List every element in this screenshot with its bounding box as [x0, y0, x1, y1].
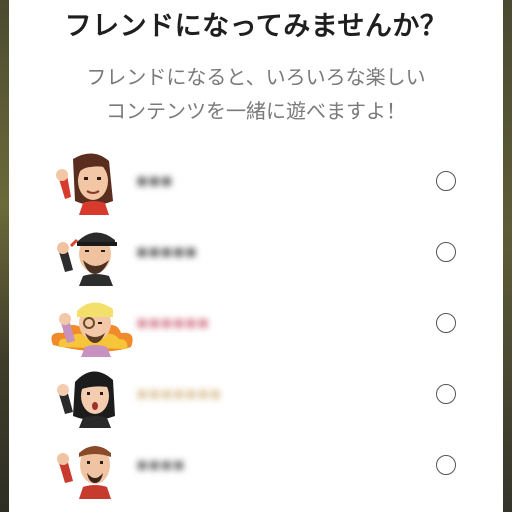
friend-select-radio[interactable] — [436, 171, 456, 191]
subtitle-line-1: フレンドになると、いろいろな楽しい — [86, 65, 426, 89]
friend-select-radio[interactable] — [436, 242, 456, 262]
friend-row[interactable]: ▪▪▪▪▪▪▪ — [9, 359, 503, 430]
friend-list: ▪▪▪ ▪▪▪▪▪ ▪▪▪▪▪▪ ▪▪▪▪▪▪▪ ▪▪▪▪ — [9, 146, 503, 501]
friend-select-radio[interactable] — [436, 313, 456, 333]
mii-avatar — [57, 232, 117, 286]
friend-name: ▪▪▪▪▪▪▪ — [136, 383, 222, 404]
friend-name: ▪▪▪▪▪▪ — [136, 312, 210, 333]
friend-name: ▪▪▪ — [136, 170, 173, 191]
mii-avatar — [56, 153, 113, 215]
subtitle-line-2: コンテンツを一緒に遊べますよ！ — [106, 99, 406, 123]
dialog-title: フレンドになってみませんか？ — [64, 11, 448, 42]
friend-row[interactable]: ▪▪▪ — [9, 146, 503, 217]
friend-select-radio[interactable] — [436, 455, 456, 475]
mii-avatar — [57, 446, 111, 499]
mii-avatar — [57, 371, 115, 428]
friend-invite-dialog: フレンドになってみませんか？ フレンドになると、いろいろな楽しい コンテンツを一… — [9, 0, 503, 512]
dialog-subtitle: フレンドになると、いろいろな楽しい コンテンツを一緒に遊べますよ！ — [9, 60, 503, 128]
friend-row[interactable]: ▪▪▪▪▪▪ — [9, 288, 503, 359]
background-right-edge — [503, 0, 512, 512]
friend-row[interactable]: ▪▪▪▪▪ — [9, 217, 503, 288]
friend-name: ▪▪▪▪ — [136, 454, 185, 475]
mii-avatar — [51, 302, 133, 357]
friend-row[interactable]: ▪▪▪▪ — [9, 430, 503, 501]
friend-name: ▪▪▪▪▪ — [136, 241, 197, 262]
friend-select-radio[interactable] — [436, 384, 456, 404]
background-left-edge — [0, 0, 9, 512]
